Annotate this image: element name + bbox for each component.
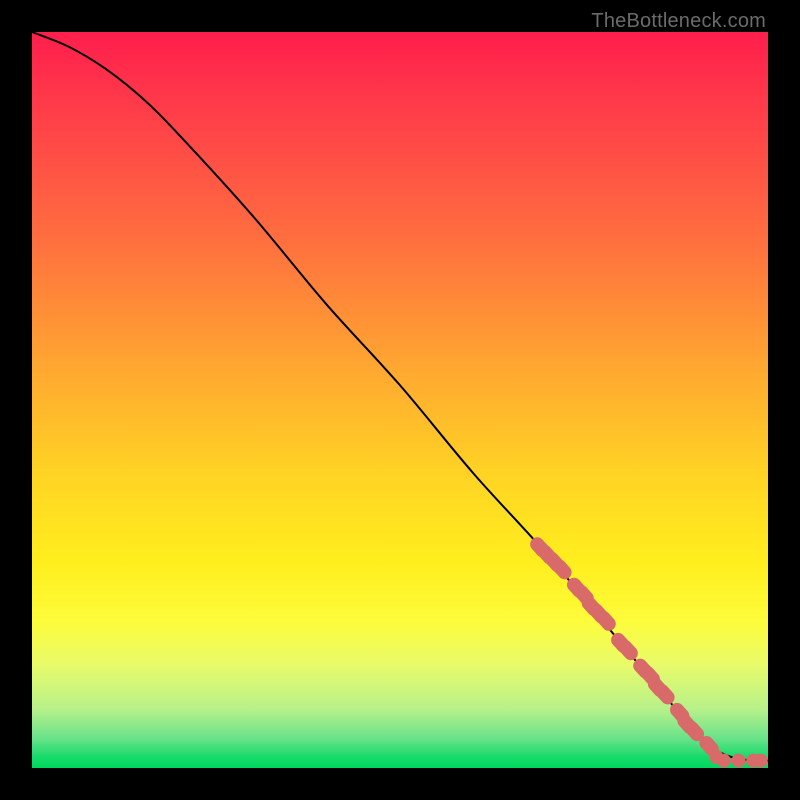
data-point	[732, 754, 746, 768]
chart-container: TheBottleneck.com	[0, 0, 800, 800]
watermark-text: TheBottleneck.com	[591, 10, 766, 33]
trend-curve	[32, 32, 768, 761]
chart-svg	[32, 32, 768, 768]
data-point	[754, 754, 768, 768]
data-points	[527, 534, 767, 767]
data-point	[717, 754, 731, 768]
plot-area	[32, 32, 768, 768]
